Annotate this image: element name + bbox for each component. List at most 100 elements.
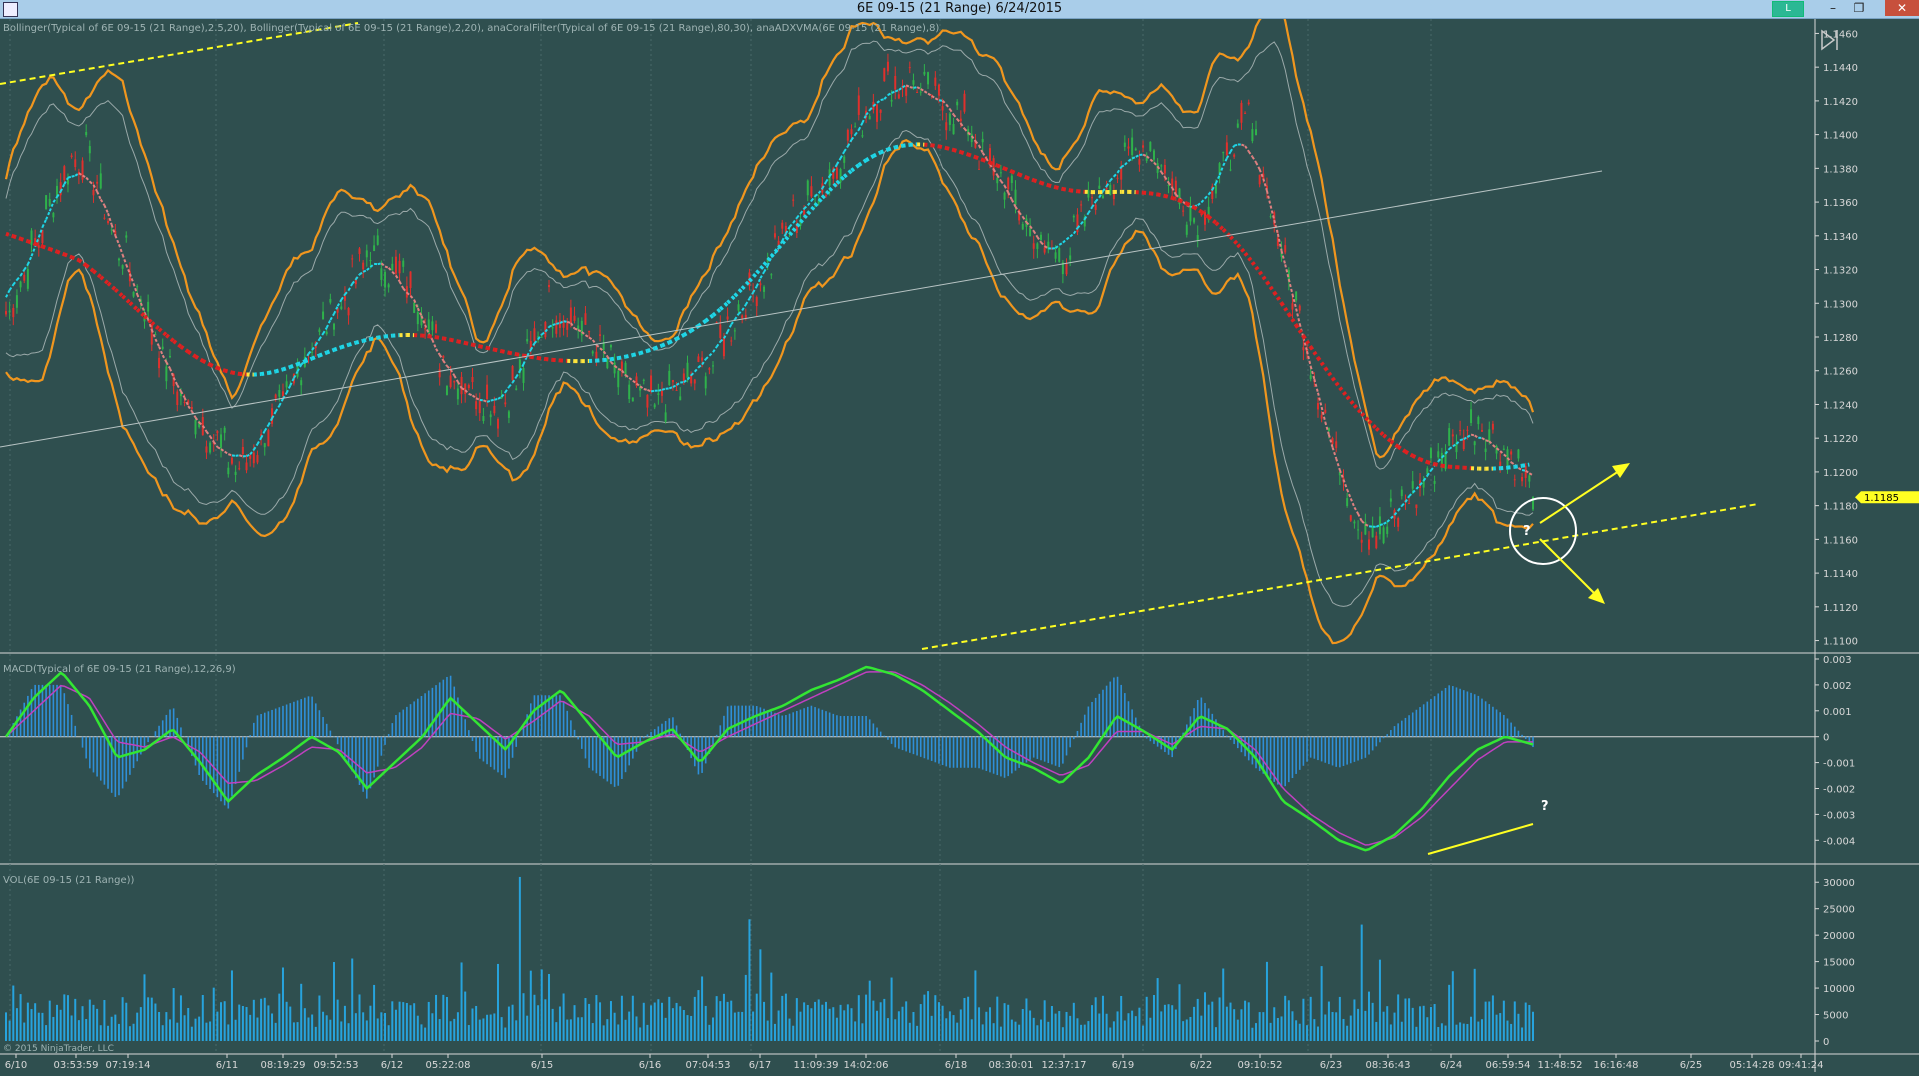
price-bar <box>1368 539 1370 549</box>
volume-bar <box>1135 1016 1137 1041</box>
histogram-bar <box>909 737 911 753</box>
volume-bar <box>770 973 772 1041</box>
histogram-bar <box>1343 737 1345 766</box>
price-bar <box>1226 142 1228 155</box>
volume-bar <box>781 996 783 1041</box>
time-tick-label: 06:59:54 <box>1486 1060 1531 1071</box>
axis-tick-label: 1.1200 <box>1823 468 1858 479</box>
volume-bar <box>297 1022 299 1041</box>
volume-bar <box>1306 1025 1308 1041</box>
volume-bar <box>410 1005 412 1041</box>
volume-bar <box>100 1025 102 1041</box>
histogram-bar <box>953 737 955 768</box>
price-bar <box>1510 451 1512 454</box>
price-bar <box>541 337 543 338</box>
price-bar <box>1244 113 1246 114</box>
volume-bar <box>1131 1011 1133 1041</box>
volume-bar <box>1047 1022 1049 1041</box>
histogram-bar <box>147 737 149 742</box>
histogram-bar <box>246 737 248 748</box>
histogram-bar <box>1099 694 1101 737</box>
volume-bar <box>220 1002 222 1041</box>
price-bar <box>1251 129 1253 141</box>
histogram-bar <box>271 710 273 737</box>
histogram-bar <box>1492 707 1494 737</box>
histogram-bar <box>956 737 958 768</box>
time-tick-label: 6/18 <box>945 1060 967 1071</box>
volume-bar <box>1488 1001 1490 1041</box>
axis-tick-label: -0.002 <box>1823 784 1855 795</box>
minimize-button[interactable]: – <box>1822 0 1844 16</box>
histogram-bar <box>814 707 816 737</box>
price-bar <box>1302 347 1304 350</box>
histogram-bar <box>942 737 944 765</box>
price-bar <box>16 295 18 308</box>
price-bar <box>584 313 586 325</box>
axis-tick-label: 1.1260 <box>1823 367 1858 378</box>
histogram-bar <box>887 737 889 740</box>
histogram-bar <box>486 737 488 764</box>
histogram-bar <box>880 732 882 737</box>
price-bar <box>679 396 681 400</box>
volume-bar <box>162 1025 164 1041</box>
volume-bar <box>1412 1008 1414 1041</box>
volume-bar <box>1058 1011 1060 1041</box>
histogram-bar <box>727 706 729 736</box>
volume-bar <box>1255 1023 1257 1041</box>
volume-bar <box>231 970 233 1041</box>
price-bar <box>1521 477 1523 481</box>
histogram-bar <box>293 702 295 737</box>
histogram-bar <box>1332 737 1334 766</box>
chart-window[interactable]: ? Bollinger(Typical of 6E 09-15 (21 Rang… <box>0 19 1919 1072</box>
histogram-bar <box>1478 696 1480 737</box>
volume-bar <box>1506 1021 1508 1041</box>
volume-bar <box>253 1000 255 1041</box>
histogram-bar <box>1372 737 1374 751</box>
price-bar <box>1310 375 1312 379</box>
volume-bar <box>286 1002 288 1041</box>
histogram-bar <box>796 711 798 737</box>
histogram-bar <box>504 737 506 778</box>
volume-bar <box>89 1000 91 1041</box>
axis-tick-label: 0 <box>1823 1037 1829 1048</box>
price-bar <box>1434 481 1436 484</box>
histogram-bar <box>49 685 51 737</box>
volume-bar <box>687 1015 689 1041</box>
histogram-bar <box>1022 737 1024 766</box>
price-bar <box>1259 175 1261 185</box>
price-bar <box>843 157 845 163</box>
volume-bar <box>63 994 65 1041</box>
time-tick-label: 6/24 <box>1440 1060 1462 1071</box>
histogram-bar <box>228 737 230 809</box>
volume-bar <box>1496 1015 1498 1041</box>
price-bar <box>1237 124 1239 128</box>
volume-bar <box>1390 1024 1392 1041</box>
histogram-bar <box>1324 737 1326 763</box>
price-bar <box>359 248 361 254</box>
window-titlebar: 6E 09-15 (21 Range) 6/24/2015 L – ❐ ✕ <box>0 0 1919 19</box>
histogram-bar <box>1365 737 1367 758</box>
price-bar <box>96 182 98 184</box>
volume-bar <box>541 969 543 1041</box>
close-button[interactable]: ✕ <box>1885 0 1919 16</box>
price-bar <box>1317 403 1319 409</box>
volume-bar <box>1415 1027 1417 1041</box>
histogram-bar <box>530 703 532 736</box>
axis-tick-label: 1.1460 <box>1823 29 1858 40</box>
volume-bar <box>140 1007 142 1041</box>
volume-bar <box>420 1024 422 1041</box>
volume-bar <box>912 1012 914 1041</box>
price-bar <box>373 245 375 251</box>
account-badge[interactable]: L <box>1772 1 1804 17</box>
chart-canvas[interactable]: ? Bollinger(Typical of 6E 09-15 (21 Rang… <box>0 19 1919 1072</box>
histogram-bar <box>1339 737 1341 768</box>
volume-bar <box>154 1004 156 1041</box>
histogram-bar <box>93 737 95 773</box>
volume-bar <box>391 1001 393 1041</box>
copyright-text: © 2015 NinjaTrader, LLC <box>3 1044 114 1054</box>
volume-bar <box>1404 999 1406 1041</box>
histogram-bar <box>1069 737 1071 748</box>
volume-bar <box>67 995 69 1041</box>
volume-bar <box>1120 996 1122 1041</box>
restore-button[interactable]: ❐ <box>1848 0 1870 16</box>
